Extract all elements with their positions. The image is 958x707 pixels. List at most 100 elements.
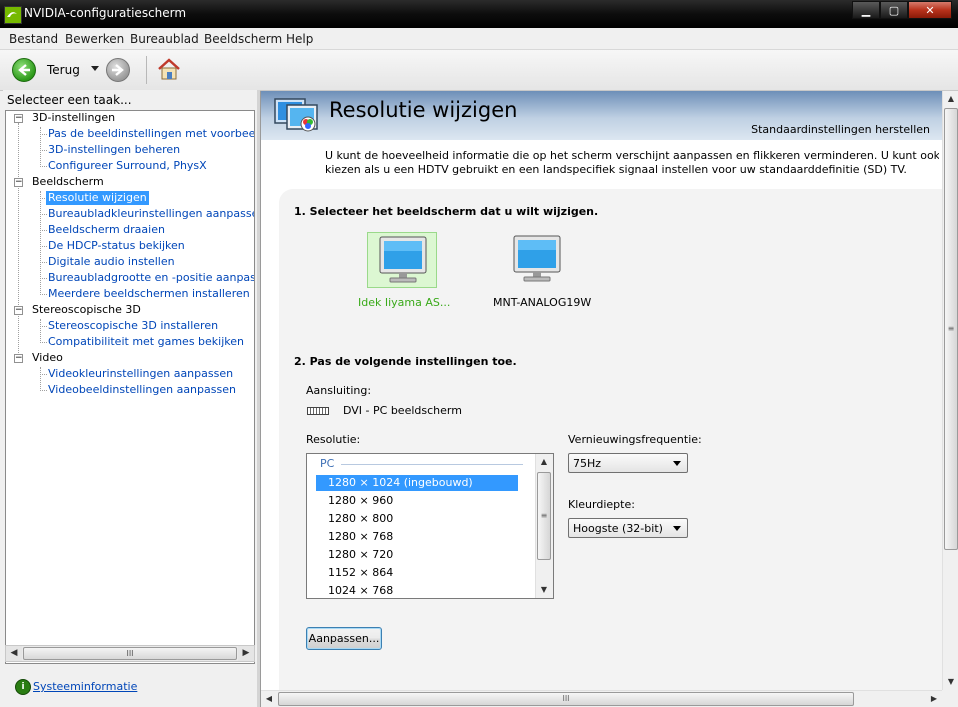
tree-item-desktop-size-position[interactable]: Bureaubladgrootte en -positie aanpassen (48, 271, 254, 285)
tree-connector (40, 246, 47, 247)
expander-video[interactable]: − (14, 354, 23, 363)
tree-item-hdcp-status[interactable]: De HDCP-status bekijken (48, 239, 185, 253)
tree-connector (40, 134, 47, 135)
forward-arrow-icon[interactable] (106, 58, 130, 82)
nvidia-logo-icon (4, 6, 22, 24)
tree-connector (40, 150, 47, 151)
tree-group-display[interactable]: Beeldscherm (32, 175, 104, 189)
content-panel: Resolutie wijzigen Standaardinstellingen… (260, 91, 958, 707)
tree-item-configure-surround-physx[interactable]: Configureer Surround, PhysX (48, 159, 207, 173)
close-button[interactable]: ✕ (908, 1, 952, 19)
display-label-analog[interactable]: MNT-ANALOG19W (493, 296, 591, 309)
tree-item-change-resolution[interactable]: Resolutie wijzigen (46, 191, 149, 205)
resolution-option[interactable]: 1280 × 768 (316, 529, 518, 545)
toolbar: Terug (0, 50, 958, 91)
tree-item-video-color-settings[interactable]: Videokleurinstellingen aanpassen (48, 367, 233, 381)
tree-item-video-image-settings[interactable]: Videobeeldinstellingen aanpassen (48, 383, 236, 397)
tree-item-desktop-color-settings[interactable]: Bureaubladkleurinstellingen aanpassen (48, 207, 254, 221)
tree-item-game-compatibility[interactable]: Compatibiliteit met games bekijken (48, 335, 244, 349)
resolution-option[interactable]: 1024 × 768 (316, 583, 518, 598)
content-horizontal-scrollbar[interactable]: ◀ III ▶ (261, 690, 942, 707)
menu-bestand[interactable]: Bestand (9, 32, 58, 46)
resolution-label: Resolutie: (306, 433, 361, 446)
display-label-iiyama[interactable]: Idek Iiyama AS... (358, 296, 450, 309)
tree-group-video[interactable]: Video (32, 351, 63, 365)
menu-help[interactable]: Help (286, 32, 313, 46)
scroll-up-icon[interactable]: ▲ (943, 91, 958, 107)
window-title: NVIDIA-configuratiescherm (24, 6, 187, 20)
tree-item-multiple-displays[interactable]: Meerdere beeldschermen installeren (48, 287, 250, 301)
resolution-option[interactable]: 1280 × 800 (316, 511, 518, 527)
refresh-rate-select[interactable]: 75Hz (568, 453, 688, 473)
menu-beeldscherm[interactable]: Beeldscherm (204, 32, 282, 46)
scrollbar-thumb[interactable]: ≡ (944, 108, 958, 550)
tree-connector (40, 326, 47, 327)
tree-item-install-stereoscopic-3d[interactable]: Stereoscopische 3D installeren (48, 319, 218, 333)
home-icon[interactable] (156, 56, 182, 82)
system-information-link[interactable]: Systeeminformatie (33, 680, 137, 693)
tree-connector (18, 123, 19, 363)
minimize-button[interactable]: ▁ (852, 1, 880, 19)
title-bar[interactable]: NVIDIA-configuratiescherm ▁ ▢ ✕ (0, 0, 958, 28)
display-option-analog[interactable] (502, 232, 572, 288)
scrollbar-thumb[interactable]: III (23, 647, 237, 660)
resolution-group-header: PC (320, 457, 335, 470)
back-arrow-icon[interactable] (12, 58, 36, 82)
restore-defaults-link[interactable]: Standaardinstellingen herstellen (751, 123, 930, 136)
task-tree-horizontal-scrollbar[interactable]: ◀ III ▶ (5, 645, 255, 662)
content-vertical-scrollbar[interactable]: ▲ ≡ ▼ (942, 91, 958, 690)
color-depth-value: Hoogste (32-bit) (573, 522, 663, 535)
tree-connector (40, 166, 47, 167)
menu-bewerken[interactable]: Bewerken (65, 32, 124, 46)
chevron-down-icon (673, 526, 681, 531)
page-description-line2: kiezen als u een HDTV gebruikt en een la… (325, 163, 907, 176)
task-panel: Selecteer een taak... − 3D-instellingen … (3, 90, 257, 707)
tree-item-rotate-display[interactable]: Beeldscherm draaien (48, 223, 165, 237)
tree-connector (40, 367, 41, 389)
resolution-option[interactable]: 1280 × 720 (316, 547, 518, 563)
refresh-rate-label: Vernieuwingsfrequentie: (568, 433, 702, 446)
tree-group-3d-settings[interactable]: 3D-instellingen (32, 111, 115, 125)
resolution-option[interactable]: 1280 × 960 (316, 493, 518, 509)
chevron-down-icon (673, 461, 681, 466)
scroll-down-icon[interactable]: ▼ (536, 582, 552, 598)
scroll-right-icon[interactable]: ▶ (926, 691, 942, 707)
scroll-down-icon[interactable]: ▼ (943, 674, 958, 690)
system-info-icon: i (15, 679, 31, 695)
tree-item-image-settings-preview[interactable]: Pas de beeldinstellingen met voorbeeld a… (48, 127, 254, 141)
tree-group-stereoscopic-3d[interactable]: Stereoscopische 3D (32, 303, 141, 317)
color-depth-select[interactable]: Hoogste (32-bit) (568, 518, 688, 538)
scrollbar-corner (942, 690, 958, 707)
scroll-left-icon[interactable]: ◀ (261, 691, 277, 707)
resolution-listbox[interactable]: PC 1280 × 1024 (ingebouwd) 1280 × 960 12… (306, 453, 554, 599)
tree-item-manage-3d-settings[interactable]: 3D-instellingen beheren (48, 143, 180, 157)
expander-3d-settings[interactable]: − (14, 114, 23, 123)
menu-bureaublad[interactable]: Bureaublad (130, 32, 199, 46)
back-history-dropdown-icon[interactable] (91, 66, 99, 71)
customize-button[interactable]: Aanpassen... (306, 627, 382, 650)
tree-connector (40, 319, 41, 341)
tree-connector (40, 278, 47, 279)
tree-connector (40, 127, 41, 165)
scroll-up-icon[interactable]: ▲ (536, 454, 552, 470)
resolution-option[interactable]: 1280 × 1024 (ingebouwd) (316, 475, 518, 491)
connection-value: DVI - PC beeldscherm (343, 404, 462, 417)
resolution-option[interactable]: 1152 × 864 (316, 565, 518, 581)
resolution-list-scrollbar[interactable]: ▲ ≡ ▼ (535, 454, 553, 598)
window-controls: ▁ ▢ ✕ (852, 1, 952, 19)
resolution-group-divider (341, 464, 523, 465)
task-tree[interactable]: − 3D-instellingen Pas de beeldinstelling… (5, 110, 255, 664)
scrollbar-thumb[interactable]: ≡ (537, 472, 551, 560)
task-panel-header: Selecteer een taak... (3, 90, 257, 110)
scrollbar-thumb[interactable]: III (278, 692, 854, 706)
menu-bar: Bestand Bewerken Bureaublad Beeldscherm … (0, 28, 958, 50)
expander-stereoscopic-3d[interactable]: − (14, 306, 23, 315)
expander-display[interactable]: − (14, 178, 23, 187)
page-header: Resolutie wijzigen Standaardinstellingen… (261, 91, 942, 140)
display-option-iiyama[interactable] (367, 232, 437, 288)
tree-item-digital-audio[interactable]: Digitale audio instellen (48, 255, 175, 269)
maximize-button[interactable]: ▢ (880, 1, 908, 19)
back-button-label[interactable]: Terug (47, 63, 80, 77)
scroll-right-icon[interactable]: ▶ (238, 646, 254, 661)
scroll-left-icon[interactable]: ◀ (6, 646, 22, 661)
